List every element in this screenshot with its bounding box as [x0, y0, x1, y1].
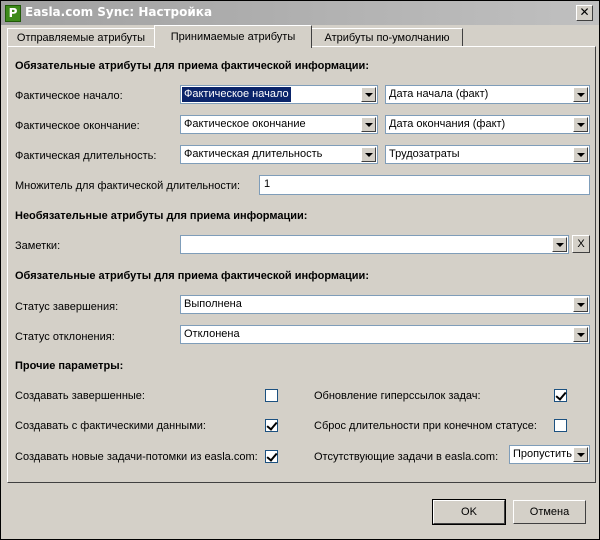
- chevron-down-icon[interactable]: [573, 117, 588, 132]
- update-hyperlinks-checkbox[interactable]: [554, 389, 567, 402]
- select-value: Дата окончания (факт): [389, 118, 506, 130]
- cancel-button[interactable]: Отмена: [513, 500, 586, 524]
- actual-start-label: Фактическое начало:: [15, 90, 123, 102]
- status-done-label: Статус завершения:: [15, 301, 119, 313]
- tab-received-attributes[interactable]: Принимаемые атрибуты: [154, 25, 312, 48]
- actual-duration-source-select[interactable]: Фактическая длительность: [180, 145, 378, 164]
- tab-sent-attributes[interactable]: Отправляемые атрибуты: [7, 28, 155, 47]
- create-completed-label: Создавать завершенные:: [15, 390, 145, 402]
- section-other-params-header: Прочие параметры:: [15, 360, 124, 372]
- actual-start-target-select[interactable]: Дата начала (факт): [385, 85, 590, 104]
- notes-select[interactable]: [180, 235, 569, 254]
- select-value: Дата начала (факт): [389, 88, 489, 100]
- chevron-down-icon[interactable]: [573, 87, 588, 102]
- title-bar[interactable]: P Easla.com Sync: Настройка ✕: [1, 1, 599, 25]
- chevron-down-icon[interactable]: [573, 147, 588, 162]
- chevron-down-icon[interactable]: [552, 237, 567, 252]
- clear-notes-button[interactable]: X: [572, 235, 590, 253]
- settings-window: P Easla.com Sync: Настройка ✕ Отправляем…: [0, 0, 600, 540]
- select-value: Фактическое окончание: [184, 118, 306, 130]
- status-done-select[interactable]: Выполнена: [180, 295, 590, 314]
- ok-button[interactable]: OK: [432, 499, 506, 525]
- reset-duration-label: Сброс длительности при конечном статусе:: [314, 420, 537, 432]
- actual-end-source-select[interactable]: Фактическое окончание: [180, 115, 378, 134]
- actual-start-source-select[interactable]: Фактическое начало: [180, 85, 378, 104]
- update-hyperlinks-label: Обновление гиперссылок задач:: [314, 390, 481, 402]
- tab-default-attributes[interactable]: Атрибуты по-умолчанию: [311, 28, 463, 47]
- actual-duration-target-select[interactable]: Трудозатраты: [385, 145, 590, 164]
- section-optional-header: Необязательные атрибуты для приема инфор…: [15, 210, 308, 222]
- chevron-down-icon[interactable]: [361, 87, 376, 102]
- close-button[interactable]: ✕: [576, 5, 593, 21]
- section-required-actual-header: Обязательные атрибуты для приема фактиче…: [15, 60, 369, 72]
- window-title: Easla.com Sync: Настройка: [25, 5, 213, 19]
- create-with-actual-checkbox[interactable]: [265, 419, 278, 432]
- app-logo-icon: P: [5, 5, 21, 22]
- duration-multiplier-field[interactable]: [259, 175, 590, 195]
- notes-label: Заметки:: [15, 240, 61, 252]
- create-with-actual-label: Создавать с фактическими данными:: [15, 420, 206, 432]
- status-reject-select[interactable]: Отклонена: [180, 325, 590, 344]
- create-completed-checkbox[interactable]: [265, 389, 278, 402]
- actual-end-target-select[interactable]: Дата окончания (факт): [385, 115, 590, 134]
- duration-multiplier-input[interactable]: [260, 176, 589, 192]
- select-value: Выполнена: [184, 298, 242, 310]
- chevron-down-icon[interactable]: [361, 117, 376, 132]
- status-reject-label: Статус отклонения:: [15, 331, 115, 343]
- duration-multiplier-label: Множитель для фактической длительности:: [15, 180, 241, 192]
- actual-end-label: Фактическое окончание:: [15, 120, 140, 132]
- chevron-down-icon[interactable]: [573, 297, 588, 312]
- chevron-down-icon[interactable]: [361, 147, 376, 162]
- select-value: Пропустить: [513, 448, 572, 460]
- select-value: Фактическая длительность: [184, 148, 323, 160]
- actual-duration-label: Фактическая длительность:: [15, 150, 157, 162]
- select-value: Фактическое начало: [182, 87, 291, 102]
- chevron-down-icon[interactable]: [573, 447, 588, 462]
- missing-tasks-select[interactable]: Пропустить: [509, 445, 590, 464]
- reset-duration-checkbox[interactable]: [554, 419, 567, 432]
- select-value: Отклонена: [184, 328, 240, 340]
- tab-panel: [7, 46, 596, 483]
- section-required-status-header: Обязательные атрибуты для приема фактиче…: [15, 270, 369, 282]
- missing-tasks-label: Отсутствующие задачи в easla.com:: [314, 451, 499, 463]
- chevron-down-icon[interactable]: [573, 327, 588, 342]
- select-value: Трудозатраты: [389, 148, 460, 160]
- create-subtasks-checkbox[interactable]: [265, 450, 278, 463]
- create-subtasks-label: Создавать новые задачи-потомки из easla.…: [15, 451, 258, 463]
